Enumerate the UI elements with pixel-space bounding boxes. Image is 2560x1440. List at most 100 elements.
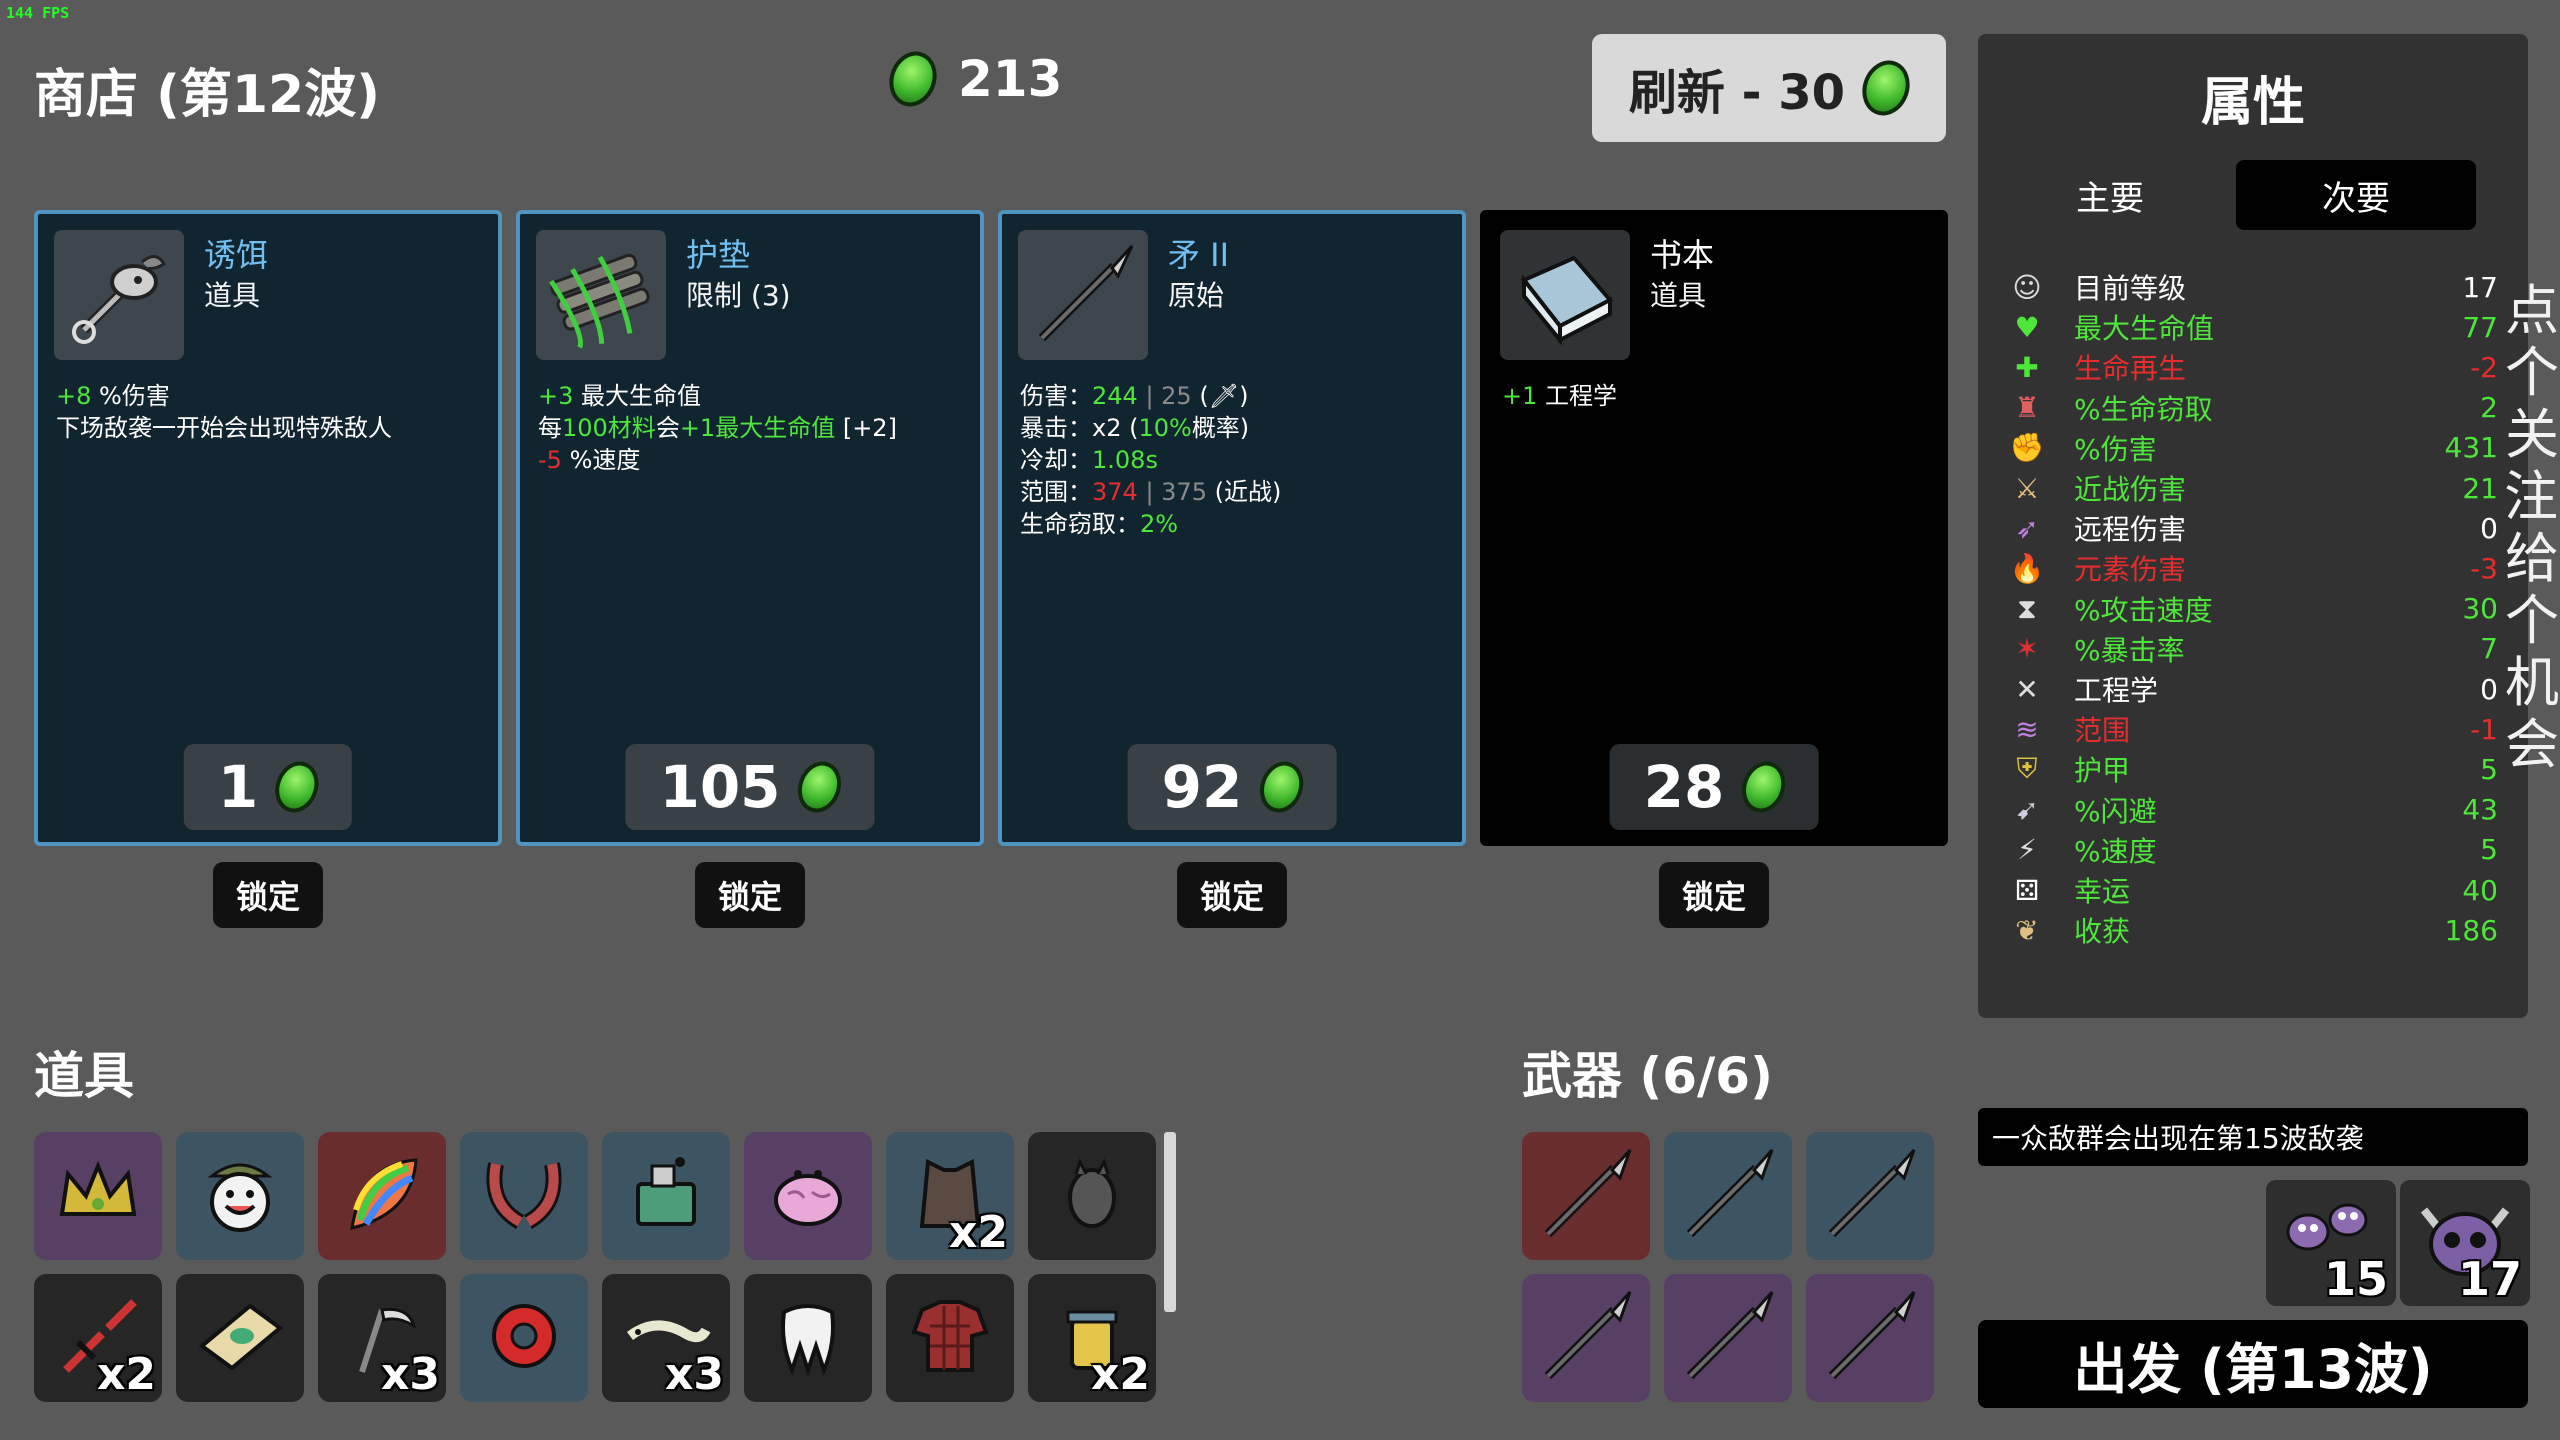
- card-type: 原始: [1168, 279, 1225, 312]
- plaid-shirt-icon: [900, 1286, 1000, 1390]
- stat-label: %暴击率: [2074, 633, 2185, 667]
- stat-label: %速度: [2074, 834, 2157, 868]
- lock-button[interactable]: 锁定: [695, 862, 805, 928]
- inventory-item-slot[interactable]: [318, 1132, 446, 1260]
- inventory-item-slot[interactable]: x3: [602, 1274, 730, 1402]
- inventory-item-slot[interactable]: [744, 1132, 872, 1260]
- weapon-slot[interactable]: [1806, 1274, 1934, 1402]
- item-quantity: x3: [381, 1349, 440, 1400]
- stat-icon: ✶: [2015, 632, 2039, 666]
- stat-value: 5: [2480, 833, 2498, 867]
- stat-row[interactable]: ☺ 目前等级 17: [2008, 268, 2498, 306]
- inventory-item-slot[interactable]: [34, 1132, 162, 1260]
- stat-label: %生命窃取: [2074, 392, 2213, 426]
- card-name: 书本: [1650, 236, 1715, 274]
- crown-icon: [48, 1144, 148, 1248]
- buy-price-button[interactable]: 28: [1609, 744, 1819, 830]
- card-name: 矛 II: [1168, 236, 1230, 274]
- next-wave-info: 一众敌群会出现在第15波敌袭: [1978, 1108, 2528, 1166]
- card-type: 限制 (3): [686, 279, 791, 312]
- buy-price-button[interactable]: 1: [183, 744, 353, 830]
- weapon-slot[interactable]: [1664, 1274, 1792, 1402]
- stat-row[interactable]: ⚄ 幸运 40: [2008, 871, 2498, 909]
- inventory-item-slot[interactable]: x2: [1028, 1274, 1156, 1402]
- spear-icon: [1818, 1284, 1922, 1392]
- spear-icon: [1676, 1142, 1780, 1250]
- stat-row[interactable]: ⧗ %攻击速度 30: [2008, 590, 2498, 628]
- inventory-item-slot[interactable]: [886, 1274, 1014, 1402]
- inventory-item-slot[interactable]: x2: [34, 1274, 162, 1402]
- item-quantity: x2: [1091, 1349, 1150, 1400]
- inventory-item-slot[interactable]: [460, 1132, 588, 1260]
- stat-row[interactable]: ✶ %暴击率 7: [2008, 630, 2498, 668]
- shop-card-book[interactable]: 书本 道具 +1 工程学 28: [1480, 210, 1948, 846]
- inventory-item-slot[interactable]: [460, 1274, 588, 1402]
- spear-icon: [1676, 1284, 1780, 1392]
- lock-button[interactable]: 锁定: [1659, 862, 1769, 928]
- shop-card-spear[interactable]: 矛 II 原始 伤害：244 | 25 (🗡) 暴击：x2 (10%概率) 冷却…: [998, 210, 1466, 846]
- stat-row[interactable]: ♜ %生命窃取 2: [2008, 389, 2498, 427]
- stats-title: 属性: [2200, 73, 2305, 133]
- shop-card-decoy[interactable]: 诱饵 道具 +8 %伤害 下场敌袭一开始会出现特殊敌人 1: [34, 210, 502, 846]
- weapon-slot[interactable]: [1664, 1132, 1792, 1260]
- stat-value: 40: [2462, 873, 2498, 907]
- fps-counter: 144 FPS: [6, 4, 70, 22]
- weapon-slot[interactable]: [1806, 1132, 1934, 1260]
- inventory-item-slot[interactable]: [1028, 1132, 1156, 1260]
- lock-button[interactable]: 锁定: [213, 862, 323, 928]
- items-scrollbar[interactable]: [1164, 1132, 1176, 1312]
- item-quantity: x2: [97, 1349, 156, 1400]
- reroll-button[interactable]: 刷新 - 30: [1592, 34, 1946, 142]
- inventory-item-slot[interactable]: [176, 1274, 304, 1402]
- card-description: +8 %伤害 下场敌袭一开始会出现特殊敌人: [56, 382, 392, 442]
- stat-row[interactable]: ♥ 最大生命值 77: [2008, 308, 2498, 346]
- lock-button[interactable]: 锁定: [1177, 862, 1287, 928]
- material-icon: [1734, 755, 1792, 819]
- enemy-count: 17: [2457, 1252, 2522, 1306]
- stat-row[interactable]: ❦ 收获 186: [2008, 911, 2498, 949]
- stat-icon: ♜: [2014, 391, 2040, 425]
- stat-value: 2: [2480, 391, 2498, 425]
- stat-row[interactable]: 🔥 元素伤害 -3: [2008, 549, 2498, 587]
- stat-row[interactable]: ✕ 工程学 0: [2008, 670, 2498, 708]
- inventory-item-slot[interactable]: [744, 1274, 872, 1402]
- stat-icon: ✊: [2009, 431, 2045, 465]
- inventory-item-slot[interactable]: [176, 1132, 304, 1260]
- stat-row[interactable]: ≋ 范围 -1: [2008, 710, 2498, 748]
- stat-label: %伤害: [2074, 432, 2157, 466]
- rainbow-leaf-icon: [332, 1144, 432, 1248]
- stat-row[interactable]: ⚡ %速度 5: [2008, 831, 2498, 869]
- weapon-slot[interactable]: [1522, 1132, 1650, 1260]
- stat-label: %闪避: [2074, 794, 2157, 828]
- stat-icon: ✕: [2015, 672, 2039, 706]
- start-next-wave-button[interactable]: 出发 (第13波): [1978, 1320, 2528, 1408]
- stat-row[interactable]: ⚔ 近战伤害 21: [2008, 469, 2498, 507]
- buy-price-button[interactable]: 105: [625, 744, 875, 830]
- machine-icon: [616, 1144, 716, 1248]
- weapon-slot[interactable]: [1522, 1274, 1650, 1402]
- stat-value: 7: [2480, 632, 2498, 666]
- stream-overlay-text: 点个关注，给个机会: [2504, 279, 2560, 776]
- card-name: 护垫: [686, 236, 751, 274]
- material-icon: [1252, 755, 1310, 819]
- stat-value: 0: [2480, 672, 2498, 706]
- stat-icon: ⛨: [2016, 752, 2038, 786]
- stat-row[interactable]: ➶ 远程伤害 0: [2008, 509, 2498, 547]
- stat-row[interactable]: ⛨ 护甲 5: [2008, 750, 2498, 788]
- tab-secondary[interactable]: 次要: [2236, 160, 2476, 230]
- inventory-item-slot[interactable]: x3: [318, 1274, 446, 1402]
- stat-row[interactable]: ✊ %伤害 431: [2008, 429, 2498, 467]
- stat-row[interactable]: ✚ 生命再生 -2: [2008, 348, 2498, 386]
- inventory-item-slot[interactable]: x2: [886, 1132, 1014, 1260]
- decoy-icon: [54, 230, 184, 360]
- stat-icon: ❦: [2015, 913, 2039, 947]
- stat-row[interactable]: ➹ %闪避 43: [2008, 791, 2498, 829]
- tooth-icon: [758, 1286, 858, 1390]
- inventory-item-slot[interactable]: [602, 1132, 730, 1260]
- tab-primary[interactable]: 主要: [1990, 160, 2230, 230]
- stat-icon: 🔥: [2009, 551, 2045, 585]
- shop-card-padding[interactable]: 护垫 限制 (3) +3 最大生命值 每100材料会+1最大生命值 [+2] -…: [516, 210, 984, 846]
- card-name: 诱饵: [204, 236, 269, 274]
- stat-label: 收获: [2074, 915, 2131, 949]
- buy-price-button[interactable]: 92: [1127, 744, 1337, 830]
